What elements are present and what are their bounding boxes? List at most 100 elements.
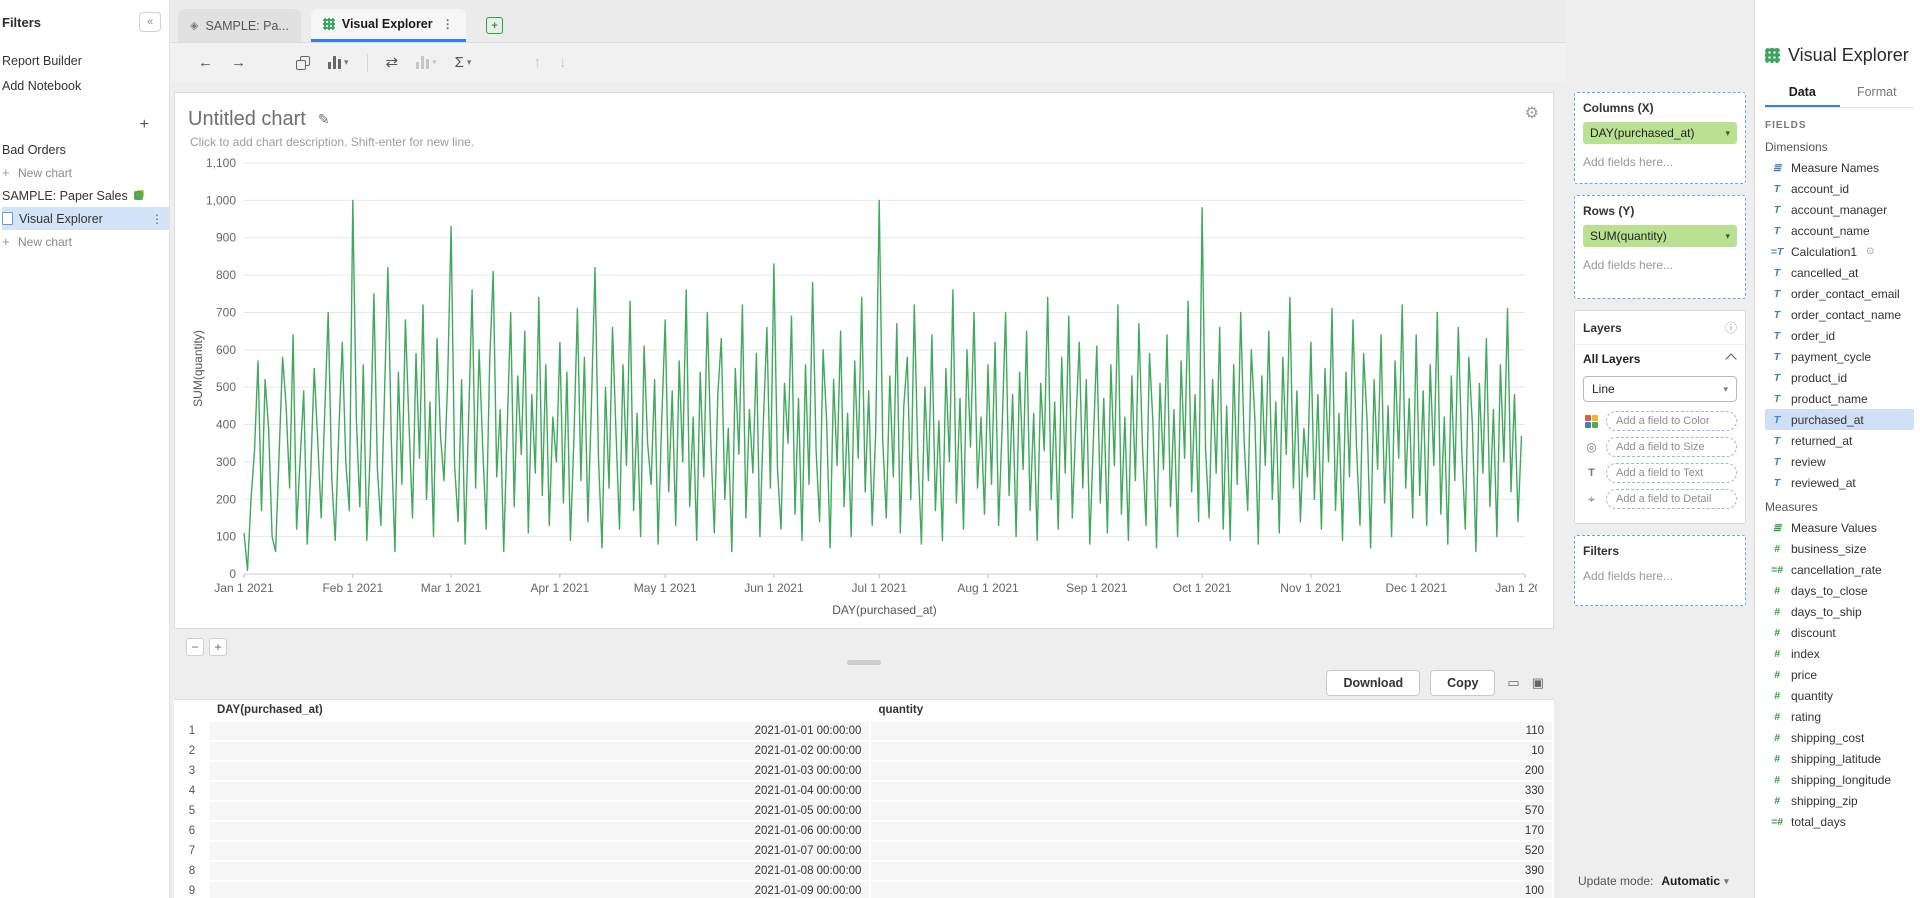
table-row[interactable]: 92021-01-09 00:00:00100 bbox=[175, 881, 1553, 898]
field-account-name[interactable]: Taccount_name bbox=[1765, 220, 1914, 241]
field-discount[interactable]: #discount bbox=[1765, 622, 1914, 643]
edit-title-icon[interactable]: ✎ bbox=[318, 111, 330, 128]
pill-caret-icon[interactable]: ▾ bbox=[1725, 128, 1730, 139]
tree-item-new-chart-2[interactable]: + New chart bbox=[2, 230, 161, 253]
sort-ascending-icon[interactable]: ↑ bbox=[533, 55, 541, 70]
tab-sample-paper-sales[interactable]: ◈ SAMPLE: Pa... bbox=[178, 9, 301, 42]
tab-visual-explorer[interactable]: Visual Explorer ⋮ bbox=[311, 9, 466, 42]
detail-drop-target[interactable]: Add a field to Detail bbox=[1606, 489, 1737, 509]
line-chart[interactable]: 01002003004005006007008009001,0001,100Ja… bbox=[188, 155, 1537, 622]
minimize-panel-icon[interactable]: ▭ bbox=[1507, 675, 1519, 691]
svg-text:Oct 1 2021: Oct 1 2021 bbox=[1173, 581, 1232, 595]
update-mode-label: Update mode: bbox=[1578, 874, 1653, 888]
columns-field-pill[interactable]: DAY(purchased_at) ▾ bbox=[1583, 122, 1737, 144]
chart-title[interactable]: Untitled chart bbox=[188, 108, 306, 131]
sort-descending-icon[interactable]: ↓ bbox=[559, 55, 567, 70]
field-cancellation-rate[interactable]: =#cancellation_rate bbox=[1765, 559, 1914, 580]
field-business-size[interactable]: #business_size bbox=[1765, 538, 1914, 559]
size-drop-target[interactable]: Add a field to Size bbox=[1606, 437, 1737, 457]
cell-purchased-at: 2021-01-01 00:00:00 bbox=[209, 721, 870, 741]
info-icon[interactable]: ⓘ bbox=[1725, 319, 1737, 336]
field-price[interactable]: #price bbox=[1765, 664, 1914, 685]
text-drop-target[interactable]: Add a field to Text bbox=[1606, 463, 1737, 483]
field-product-id[interactable]: Tproduct_id bbox=[1765, 367, 1914, 388]
new-tab-button[interactable]: + bbox=[476, 9, 514, 42]
table-row[interactable]: 12021-01-01 00:00:00110 bbox=[175, 721, 1553, 741]
notebook-icon: ◈ bbox=[190, 19, 198, 32]
field-measure-values[interactable]: ≣Measure Values bbox=[1765, 517, 1914, 538]
field-shipping-cost[interactable]: #shipping_cost bbox=[1765, 727, 1914, 748]
rows-field-pill[interactable]: SUM(quantity) ▾ bbox=[1583, 225, 1737, 247]
table-row[interactable]: 72021-01-07 00:00:00520 bbox=[175, 841, 1553, 861]
duplicate-icon[interactable] bbox=[296, 56, 310, 70]
mark-type-select[interactable]: Line ▾ bbox=[1583, 376, 1737, 402]
field-days-to-ship[interactable]: #days_to_ship bbox=[1765, 601, 1914, 622]
field-index[interactable]: #index bbox=[1765, 643, 1914, 664]
caret-down-icon: ▾ bbox=[432, 58, 437, 67]
color-drop-target[interactable]: Add a field to Color bbox=[1606, 411, 1737, 431]
copy-button[interactable]: Copy bbox=[1430, 670, 1495, 696]
field-purchased-at[interactable]: Tpurchased_at bbox=[1765, 409, 1914, 430]
field-order-id[interactable]: Torder_id bbox=[1765, 325, 1914, 346]
tree-item-sample-paper-sales[interactable]: SAMPLE: Paper Sales bbox=[2, 184, 161, 207]
field-reviewed-at[interactable]: Treviewed_at bbox=[1765, 472, 1914, 493]
zoom-in-button[interactable]: + bbox=[209, 638, 227, 656]
tab-kebab-icon[interactable]: ⋮ bbox=[442, 17, 454, 31]
field-order-contact-email[interactable]: Torder_contact_email bbox=[1765, 283, 1914, 304]
chart-description-placeholder[interactable]: Click to add chart description. Shift-en… bbox=[190, 135, 1537, 151]
field-payment-cycle[interactable]: Tpayment_cycle bbox=[1765, 346, 1914, 367]
field-account-manager[interactable]: Taccount_manager bbox=[1765, 199, 1914, 220]
sidebar-item-report-builder[interactable]: Report Builder bbox=[2, 48, 161, 73]
table-row[interactable]: 42021-01-04 00:00:00330 bbox=[175, 781, 1553, 801]
all-layers-row[interactable]: All Layers bbox=[1575, 344, 1745, 373]
field-review[interactable]: Treview bbox=[1765, 451, 1914, 472]
field-calculation1[interactable]: =TCalculation1⊙ bbox=[1765, 241, 1914, 262]
back-icon[interactable]: ← bbox=[198, 55, 213, 70]
chart-type-icon[interactable]: ▾ bbox=[328, 56, 349, 69]
download-button[interactable]: Download bbox=[1326, 670, 1420, 696]
field-days-to-close[interactable]: #days_to_close bbox=[1765, 580, 1914, 601]
field-returned-at[interactable]: Treturned_at bbox=[1765, 430, 1914, 451]
pill-caret-icon[interactable]: ▾ bbox=[1725, 231, 1730, 242]
table-row[interactable]: 82021-01-08 00:00:00390 bbox=[175, 861, 1553, 881]
tree-item-bad-orders[interactable]: Bad Orders bbox=[2, 138, 161, 161]
tree-item-new-chart[interactable]: + New chart bbox=[2, 161, 161, 184]
table-row[interactable]: 62021-01-06 00:00:00170 bbox=[175, 821, 1553, 841]
field-shipping-latitude[interactable]: #shipping_latitude bbox=[1765, 748, 1914, 769]
forward-icon[interactable]: → bbox=[231, 55, 246, 70]
chart-settings-icon[interactable]: ⚙ bbox=[1525, 103, 1539, 123]
tab-data[interactable]: Data bbox=[1765, 78, 1840, 107]
table-row[interactable]: 22021-01-02 00:00:0010 bbox=[175, 741, 1553, 761]
update-mode-select[interactable]: Automatic ▾ bbox=[1661, 874, 1728, 888]
maximize-panel-icon[interactable]: ▣ bbox=[1532, 675, 1544, 691]
field-label: shipping_cost bbox=[1791, 731, 1864, 745]
kebab-menu-icon[interactable]: ⋮ bbox=[151, 212, 163, 226]
field-cancelled-at[interactable]: Tcancelled_at bbox=[1765, 262, 1914, 283]
swap-axes-icon[interactable]: ⇄ bbox=[386, 55, 399, 70]
rows-shelf[interactable]: Rows (Y) SUM(quantity) ▾ Add fields here… bbox=[1574, 195, 1746, 299]
field-quantity[interactable]: #quantity bbox=[1765, 685, 1914, 706]
field-order-contact-name[interactable]: Torder_contact_name bbox=[1765, 304, 1914, 325]
table-row[interactable]: 52021-01-05 00:00:00570 bbox=[175, 801, 1553, 821]
field-shipping-zip[interactable]: #shipping_zip bbox=[1765, 790, 1914, 811]
tab-format[interactable]: Format bbox=[1840, 78, 1915, 107]
panel-resize-handle[interactable] bbox=[847, 660, 881, 665]
stacked-chart-icon[interactable]: ▾ bbox=[416, 56, 437, 69]
filters-shelf[interactable]: Filters Add fields here... bbox=[1574, 535, 1746, 606]
columns-shelf[interactable]: Columns (X) DAY(purchased_at) ▾ Add fiel… bbox=[1574, 92, 1746, 184]
zoom-out-button[interactable]: − bbox=[186, 638, 204, 656]
field-total-days[interactable]: =#total_days bbox=[1765, 811, 1914, 832]
field-account-id[interactable]: Taccount_id bbox=[1765, 178, 1914, 199]
measure-type-icon: # bbox=[1769, 627, 1785, 639]
field-rating[interactable]: #rating bbox=[1765, 706, 1914, 727]
table-row[interactable]: 32021-01-03 00:00:00200 bbox=[175, 761, 1553, 781]
sidebar-item-add-notebook[interactable]: Add Notebook bbox=[2, 73, 161, 98]
aggregate-icon[interactable]: Σ ▾ bbox=[455, 55, 472, 70]
field-shipping-longitude[interactable]: #shipping_longitude bbox=[1765, 769, 1914, 790]
collapse-sidebar-icon[interactable]: « bbox=[139, 12, 161, 32]
tree-item-label: New chart bbox=[18, 235, 72, 249]
field-measure-names[interactable]: ≣Measure Names bbox=[1765, 157, 1914, 178]
add-item-icon[interactable]: + bbox=[140, 116, 149, 134]
field-product-name[interactable]: Tproduct_name bbox=[1765, 388, 1914, 409]
tree-item-visual-explorer[interactable]: Visual Explorer ⋮ bbox=[2, 207, 169, 230]
